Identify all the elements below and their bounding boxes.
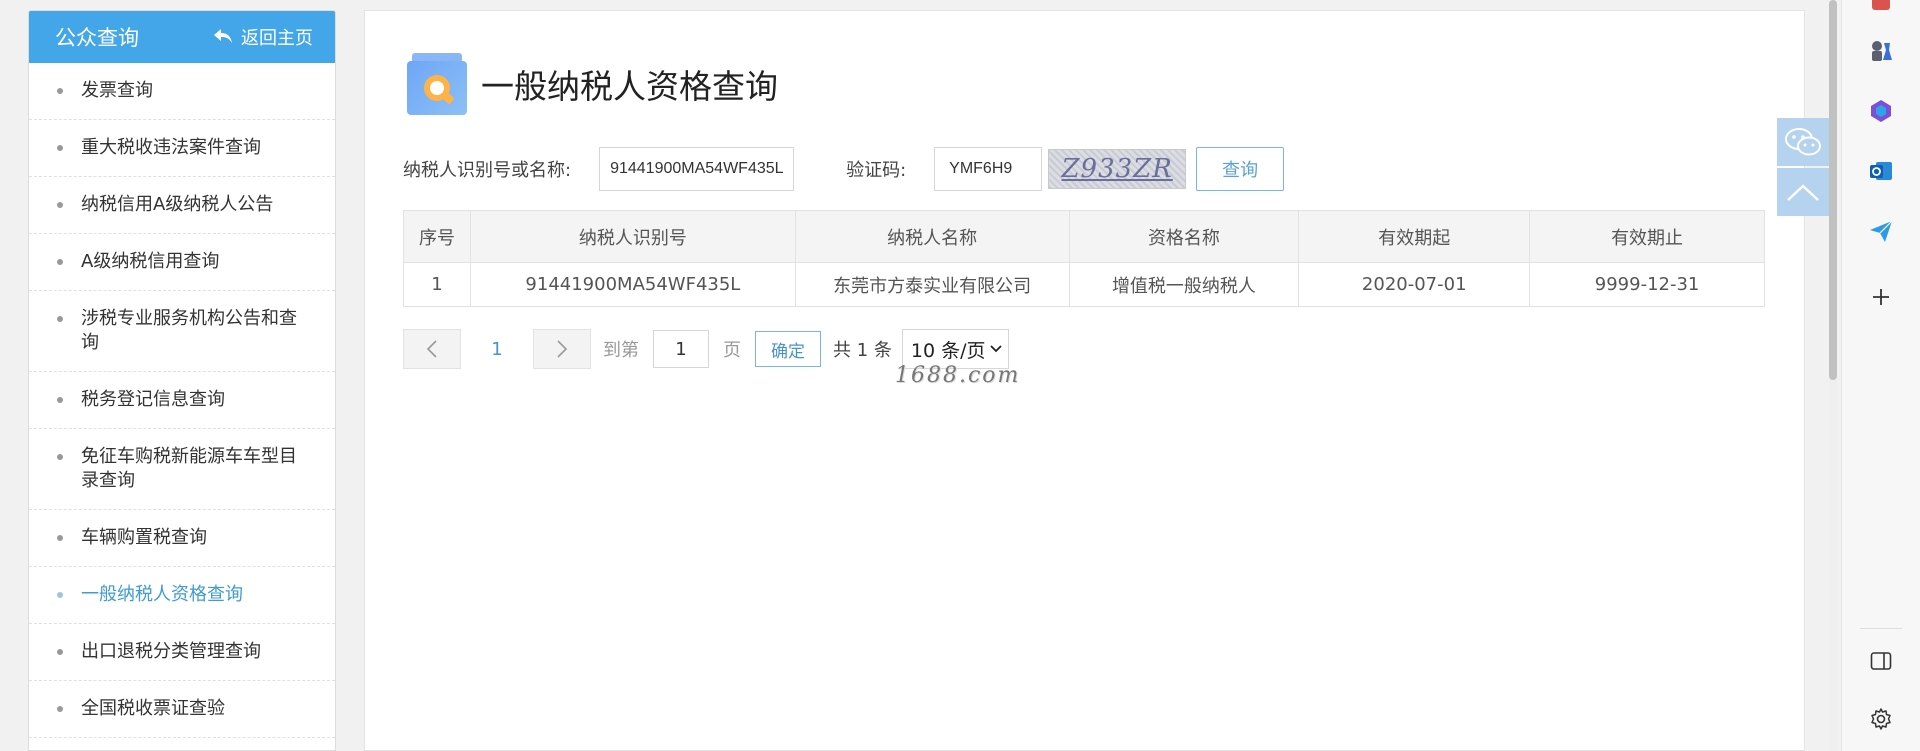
sidebar-item-tax-service-agency[interactable]: 涉税专业服务机构公告和查询	[29, 291, 335, 372]
back-home-link[interactable]: 返回主页	[213, 24, 313, 50]
gear-icon[interactable]	[1866, 704, 1896, 734]
page-size-value: 10 条/页	[910, 339, 986, 362]
table-cell: 9999-12-31	[1529, 262, 1765, 307]
sidebar-menu: 发票查询 重大税收违法案件查询 纳税信用A级纳税人公告 A级纳税信用查询 涉税专…	[29, 63, 335, 738]
reply-arrow-icon	[213, 25, 233, 49]
sidebar-item-tax-registration[interactable]: 税务登记信息查询	[29, 372, 335, 429]
column-header: 资格名称	[1068, 210, 1300, 263]
float-tools	[1777, 118, 1829, 218]
sidebar-item-label: 出口退税分类管理查询	[81, 641, 261, 662]
prev-page-button[interactable]	[403, 329, 461, 369]
sidebar-item-label: 车辆购置税查询	[81, 527, 207, 548]
sidebar: 公众查询 返回主页 发票查询 重大税收违法案件查询 纳税信用A级纳税人公告 A级…	[28, 10, 336, 751]
sidebar-item-a-credit-announcement[interactable]: 纳税信用A级纳税人公告	[29, 177, 335, 234]
captcha-label: 验证码:	[846, 160, 907, 181]
sidebar-item-label: 税务登记信息查询	[81, 389, 225, 410]
add-icon[interactable]	[1866, 282, 1896, 312]
column-header: 纳税人识别号	[469, 210, 796, 263]
column-header: 序号	[403, 210, 471, 263]
confirm-button[interactable]: 确定	[755, 331, 821, 367]
page-title: 一般纳税人资格查询	[481, 67, 778, 106]
taxpayer-label: 纳税人识别号或名称:	[403, 160, 572, 181]
column-header: 有效期起	[1298, 210, 1531, 263]
sidebar-item-export-rebate[interactable]: 出口退税分类管理查询	[29, 624, 335, 681]
sidebar-item-label: 涉税专业服务机构公告和查询	[81, 308, 297, 353]
sidebar-item-new-energy-vehicle[interactable]: 免征车购税新能源车车型目录查询	[29, 429, 335, 510]
outlook-icon[interactable]	[1866, 156, 1896, 186]
table-header-row: 序号 纳税人识别号 纳税人名称 资格名称 有效期起 有效期止	[403, 210, 1765, 263]
next-page-button[interactable]	[533, 329, 591, 369]
goto-page-input[interactable]	[653, 330, 709, 368]
sidebar-item-label: 全国税收票证查验	[81, 698, 225, 719]
chevron-left-icon	[426, 340, 437, 358]
folder-search-icon	[407, 53, 467, 115]
captcha-input[interactable]	[934, 147, 1043, 191]
search-form: 纳税人识别号或名称: 验证码: Z933ZR 查询	[403, 147, 1285, 191]
query-button[interactable]: 查询	[1196, 147, 1285, 191]
bullet-icon	[57, 649, 63, 655]
results-table: 序号 纳税人识别号 纳税人名称 资格名称 有效期起 有效期止 1 9144190…	[403, 210, 1765, 307]
sidebar-header: 公众查询 返回主页	[29, 11, 335, 63]
sidebar-item-vehicle-purchase-tax[interactable]: 车辆购置税查询	[29, 510, 335, 567]
page-number[interactable]: 1	[461, 339, 533, 360]
sidebar-item-label: 免征车购税新能源车车型目录查询	[81, 446, 297, 491]
sidebar-toggle-icon[interactable]	[1866, 646, 1896, 676]
sidebar-item-major-violation-query[interactable]: 重大税收违法案件查询	[29, 120, 335, 177]
table-cell: 1	[403, 262, 471, 307]
page-unit-label: 页	[723, 340, 741, 361]
bullet-icon	[57, 145, 63, 151]
back-to-top-button[interactable]	[1777, 168, 1829, 216]
copilot-icon[interactable]	[1866, 96, 1896, 126]
bullet-icon	[57, 88, 63, 94]
bullet-icon	[57, 259, 63, 265]
sidebar-item-tax-receipt-verify[interactable]: 全国税收票证查验	[29, 681, 335, 738]
bullet-icon	[57, 454, 63, 460]
browser-side-panel	[1841, 0, 1920, 751]
table-row: 1 91441900MA54WF435L 东莞市方泰实业有限公司 增值税一般纳税…	[403, 262, 1765, 307]
main-panel: 一般纳税人资格查询 纳税人识别号或名称: 验证码: Z933ZR 查询 序号 纳…	[364, 10, 1805, 751]
chevron-up-icon	[1787, 184, 1819, 201]
total-count: 共 1 条	[833, 340, 892, 361]
sidebar-item-label: 一般纳税人资格查询	[81, 584, 243, 605]
scrollbar[interactable]	[1829, 0, 1837, 751]
captcha-image[interactable]: Z933ZR	[1048, 149, 1187, 189]
bullet-icon	[57, 535, 63, 541]
watermark: 1688.com	[895, 363, 1021, 388]
goto-label: 到第	[603, 340, 639, 361]
sidebar-item-label: A级纳税信用查询	[81, 251, 220, 272]
sidebar-item-invoice-query[interactable]: 发票查询	[29, 63, 335, 120]
column-header: 纳税人名称	[794, 210, 1070, 263]
table-cell: 增值税一般纳税人	[1068, 262, 1300, 307]
sidebar-title: 公众查询	[55, 26, 139, 50]
back-home-label: 返回主页	[241, 28, 313, 49]
sidebar-item-a-credit-query[interactable]: A级纳税信用查询	[29, 234, 335, 291]
chess-icon[interactable]	[1866, 36, 1896, 66]
bullet-icon	[57, 316, 63, 322]
wechat-button[interactable]	[1777, 118, 1829, 166]
chevron-down-icon	[989, 341, 1002, 357]
taxpayer-input[interactable]	[599, 147, 795, 191]
side-divider	[1860, 628, 1902, 629]
sidebar-item-label: 发票查询	[81, 80, 153, 101]
bullet-icon	[57, 397, 63, 403]
sidebar-item-label: 重大税收违法案件查询	[81, 137, 261, 158]
sidebar-item-general-taxpayer[interactable]: 一般纳税人资格查询	[29, 567, 335, 624]
column-header: 有效期止	[1529, 210, 1765, 263]
wechat-icon	[1785, 128, 1821, 156]
chevron-right-icon	[557, 340, 568, 358]
red-app-icon[interactable]	[1866, 0, 1896, 16]
table-cell: 东莞市方泰实业有限公司	[794, 262, 1070, 307]
bullet-icon	[57, 592, 63, 598]
sidebar-item-label: 纳税信用A级纳税人公告	[81, 194, 274, 215]
send-icon[interactable]	[1866, 216, 1896, 246]
table-cell: 2020-07-01	[1298, 262, 1531, 307]
page-header: 一般纳税人资格查询	[407, 53, 778, 115]
scroll-thumb[interactable]	[1829, 0, 1837, 380]
bullet-icon	[57, 706, 63, 712]
bullet-icon	[57, 202, 63, 208]
table-cell: 91441900MA54WF435L	[469, 262, 796, 307]
